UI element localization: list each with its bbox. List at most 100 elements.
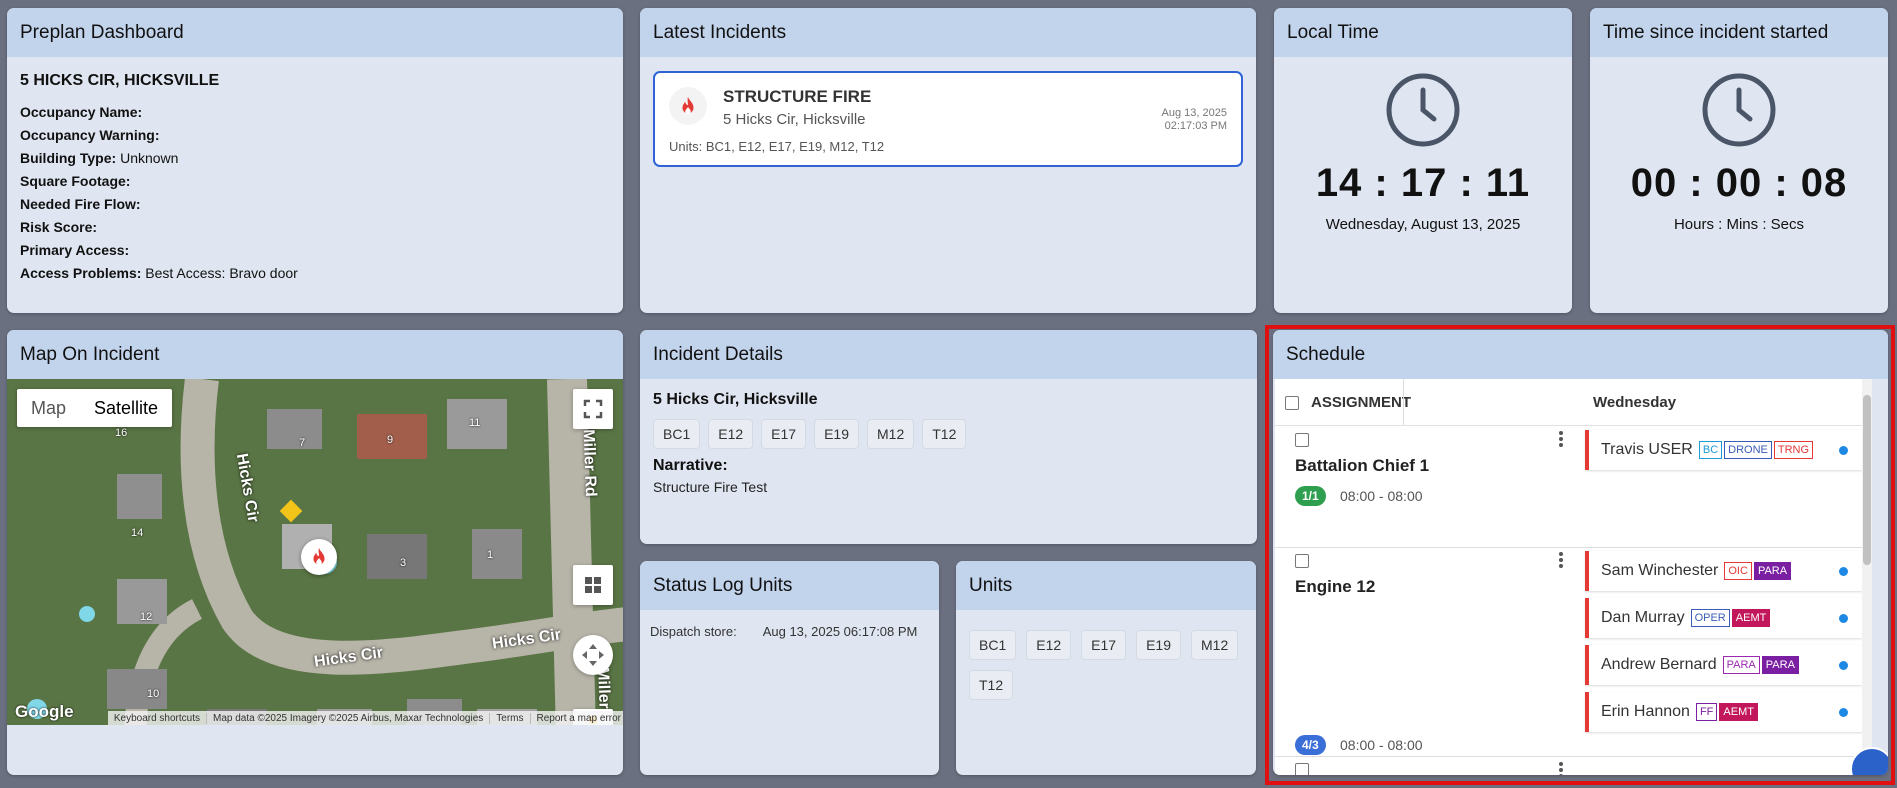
map-grid-button[interactable] [573, 565, 613, 605]
qualification-tag: AEMT [1719, 703, 1758, 721]
scheduled-person[interactable]: Andrew Bernard PARA PARA [1585, 645, 1862, 685]
elapsed-time-value: 00 : 00 : 08 [1630, 161, 1848, 205]
unit-chip[interactable]: BC1 [969, 630, 1017, 660]
unit-chip[interactable]: M12 [1191, 630, 1239, 660]
incident-type: STRUCTURE FIRE [723, 87, 872, 106]
unit-chip[interactable]: T12 [969, 670, 1014, 700]
latest-incidents-card: Latest Incidents STRUCTURE FIRE 5 Hicks … [640, 8, 1256, 313]
incident-details-card: Incident Details 5 Hicks Cir, Hicksville… [640, 330, 1257, 544]
qualification-tag: BC [1698, 441, 1723, 459]
more-options-icon[interactable] [1559, 552, 1563, 570]
preplan-row-label: Occupancy Warning: [20, 127, 160, 143]
unit-chip[interactable]: E19 [1136, 630, 1181, 660]
preplan-row: Occupancy Name: [20, 104, 610, 120]
person-name: Travis USER [1601, 441, 1693, 458]
unit-chip[interactable]: BC1 [653, 419, 701, 449]
shift-hours: 08:00 - 08:00 [1340, 488, 1423, 504]
unit-chip[interactable]: E12 [1026, 630, 1072, 660]
street-label: Miller Rd [579, 428, 599, 498]
day-column-header: Wednesday [1593, 394, 1677, 411]
unit-chip[interactable]: E19 [814, 419, 859, 449]
incident-map-marker[interactable] [301, 539, 337, 575]
schedule-assignment [1275, 756, 1863, 775]
elapsed-time-title: Time since incident started [1590, 8, 1888, 57]
incident-datetime: Aug 13, 2025 02:17:03 PM [1162, 107, 1227, 133]
assignment-column-header[interactable]: ASSIGNMENT [1311, 394, 1411, 411]
local-time-title: Local Time [1274, 8, 1572, 57]
house-number: 14 [131, 527, 144, 539]
elapsed-time-card: Time since incident started 00 : 00 : 08… [1590, 8, 1888, 313]
unit-chip[interactable]: E17 [761, 419, 807, 449]
schedule-scroll-thumb[interactable] [1863, 395, 1871, 565]
qualification-tag: OIC [1724, 562, 1752, 580]
preplan-row-value: Best Access: Bravo door [145, 265, 298, 281]
map-type-satellite[interactable]: Satellite [80, 389, 172, 427]
person-name: Andrew Bernard [1601, 656, 1717, 673]
unit-chips: BC1 E12 E17 E19 M12 T12 [969, 630, 1243, 700]
assignment-name: Engine 12 [1295, 577, 1376, 596]
assignment-checkbox[interactable] [1295, 554, 1309, 568]
status-log-card: Status Log Units Dispatch store: Aug 13,… [640, 561, 939, 775]
google-logo: Google [15, 702, 74, 721]
preplan-title: Preplan Dashboard [7, 8, 623, 57]
house-number: 10 [147, 688, 160, 700]
scheduled-person[interactable]: Erin Hannon FF AEMT [1585, 692, 1862, 732]
fire-icon [669, 87, 707, 125]
unit-chip[interactable]: E12 [708, 419, 754, 449]
unit-chip[interactable]: E17 [1081, 630, 1127, 660]
unit-chip[interactable]: M12 [867, 419, 915, 449]
satellite-map[interactable]: Hicks Cir Hicks Cir Hicks Cir Miller Rd … [7, 379, 623, 725]
incident-details-title: Incident Details [640, 330, 1257, 379]
select-all-checkbox[interactable] [1285, 396, 1299, 410]
elapsed-time-units: Hours : Mins : Secs [1673, 216, 1805, 233]
preplan-address: 5 HICKS CIR, HICKSVILLE [20, 72, 220, 89]
preplan-rows: Occupancy Name: Occupancy Warning: Build… [20, 104, 610, 281]
qualification-tag: PARA [1722, 656, 1760, 674]
incident-date: Aug 13, 2025 [1161, 107, 1227, 119]
map-type-map[interactable]: Map [17, 389, 80, 427]
status-dot [1839, 445, 1848, 455]
assignment-checkbox[interactable] [1295, 433, 1309, 447]
units-card: Units BC1 E12 E17 E19 M12 T12 [956, 561, 1256, 775]
more-options-icon[interactable] [1559, 431, 1563, 449]
incident-item[interactable]: STRUCTURE FIRE 5 Hicks Cir, Hicksville A… [653, 71, 1243, 167]
scheduled-person[interactable]: Travis USER BC DRONE TRNG [1585, 430, 1862, 470]
map-type-toggle: Map Satellite [17, 389, 173, 427]
more-options-icon[interactable] [1559, 762, 1563, 775]
fullscreen-button[interactable] [573, 389, 613, 429]
grid-icon [585, 577, 601, 593]
terms-link[interactable]: Terms [490, 712, 531, 724]
schedule-scrollbar[interactable] [1862, 379, 1872, 775]
preplan-row-label: Primary Access: [20, 242, 130, 258]
scheduled-person[interactable]: Dan Murray OPER AEMT [1585, 598, 1862, 638]
preplan-row: Access Problems: Best Access: Bravo door [20, 265, 610, 281]
column-divider [1403, 379, 1404, 425]
preplan-row-label: Risk Score: [20, 219, 98, 235]
incident-units: Units: BC1, E12, E17, E19, M12, T12 [669, 139, 885, 154]
schedule-assignment: Engine 12 4/3 08:00 - 08:00 Sam Winchester O… [1275, 547, 1863, 757]
qualification-tag: PARA [1761, 656, 1799, 674]
person-name: Sam Winchester [1601, 562, 1719, 579]
house-number: 3 [400, 557, 407, 569]
incident-details-address: 5 Hicks Cir, Hicksville [653, 391, 818, 408]
map-pan-control[interactable] [573, 635, 613, 675]
person-name: Erin Hannon [1601, 703, 1690, 720]
unit-chip[interactable]: T12 [922, 419, 967, 449]
keyboard-shortcuts-link[interactable]: Keyboard shortcuts [108, 712, 208, 724]
status-log-label: Dispatch store: [650, 624, 737, 639]
units-title: Units [956, 561, 1256, 610]
narrative-label: Narrative: [653, 457, 728, 474]
preplan-row-label: Square Footage: [20, 173, 131, 189]
qualification-tag: PARA [1753, 562, 1792, 580]
report-error-link[interactable]: Report a map error [531, 713, 623, 724]
house-number: 1 [487, 549, 494, 561]
incident-unit-chips: BC1 E12 E17 E19 M12 T12 [653, 419, 1244, 449]
staffing-count-badge: 1/1 [1295, 486, 1326, 506]
local-time-card: Local Time 14 : 17 : 11 Wednesday, Augus… [1274, 8, 1572, 313]
preplan-row-label: Access Problems: [20, 265, 142, 281]
scheduled-person[interactable]: Sam Winchester OIC PARA [1585, 551, 1862, 591]
assignment-checkbox[interactable] [1295, 763, 1309, 775]
shift-hours: 08:00 - 08:00 [1340, 737, 1423, 753]
incident-time: 02:17:03 PM [1164, 120, 1227, 132]
status-log-title: Status Log Units [640, 561, 939, 610]
